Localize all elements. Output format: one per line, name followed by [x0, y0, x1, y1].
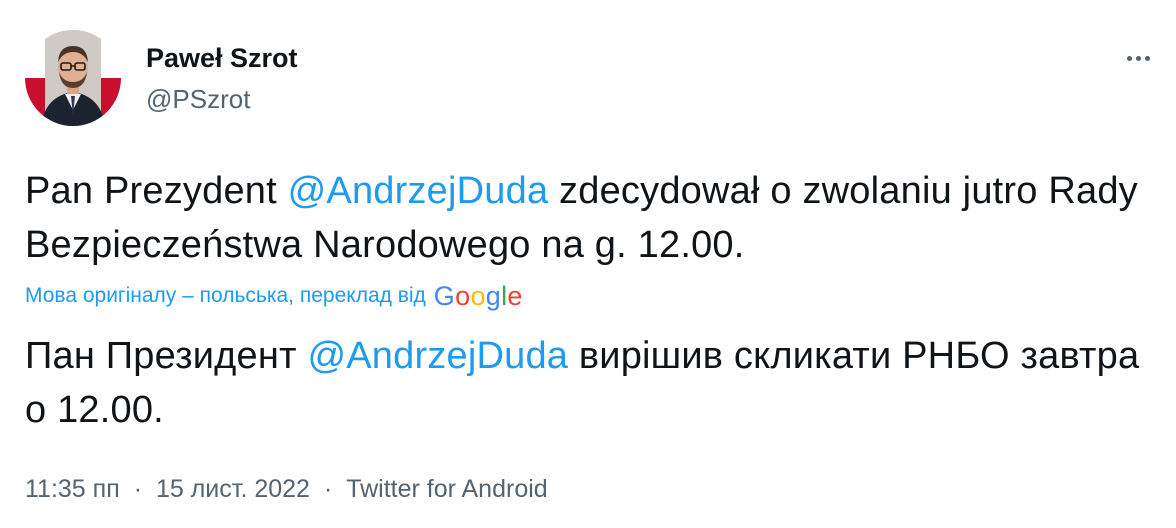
translated-text-before: Пан Президент	[25, 335, 308, 377]
tweet-time[interactable]: 11:35 пп	[25, 475, 120, 503]
tweet-text: Pan Prezydent @AndrzejDuda zdecydował o …	[25, 164, 1155, 272]
more-dot	[1144, 55, 1150, 61]
author-handle[interactable]: @PSzrot	[146, 84, 250, 114]
tweet-meta: 11:35 пп · 15 лист. 2022 · Twitter for A…	[25, 473, 548, 505]
more-options-button[interactable]	[1120, 44, 1156, 72]
avatar[interactable]	[25, 30, 121, 126]
tweet-text-before: Pan Prezydent	[25, 170, 288, 212]
translated-mention-link[interactable]: @AndrzejDuda	[307, 335, 568, 377]
translation-note-text: Мова оригіналу – польська, переклад від	[25, 284, 426, 307]
meta-separator-2: ·	[323, 475, 333, 503]
more-horizontal-icon	[1126, 55, 1132, 61]
author-name[interactable]: Paweł Szrot	[146, 42, 298, 74]
google-logo[interactable]: Google	[434, 281, 523, 311]
profile-photo	[25, 30, 121, 126]
translation-note: Мова оригіналу – польська, переклад від …	[25, 281, 523, 311]
meta-separator: ·	[133, 475, 143, 503]
tweet-source[interactable]: Twitter for Android	[346, 475, 547, 503]
tweet-date[interactable]: 15 лист. 2022	[156, 475, 310, 503]
mention-link[interactable]: @AndrzejDuda	[288, 170, 549, 212]
translated-tweet-text: Пан Президент @AndrzejDuda вирішив склик…	[25, 329, 1155, 437]
more-dot	[1135, 55, 1141, 61]
